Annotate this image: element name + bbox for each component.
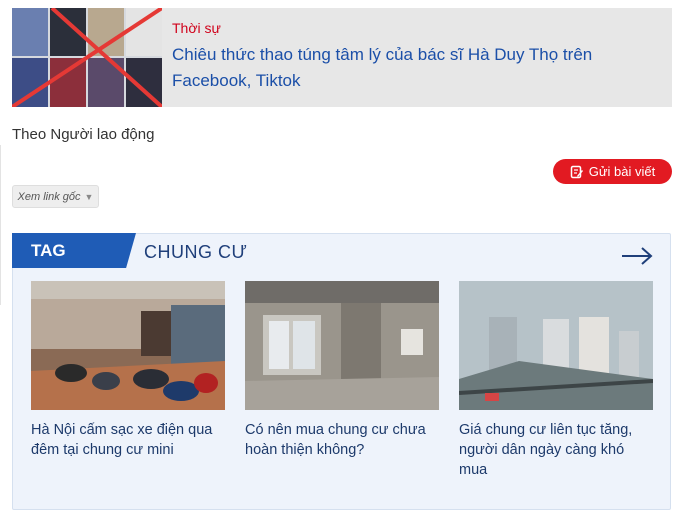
tag-article-card[interactable]: Giá chung cư liên tục tăng, người dân ng… — [459, 281, 653, 480]
view-source-link-label: Xem link gốc — [17, 190, 81, 203]
article-source: Theo Người lao động — [12, 126, 155, 143]
tag-article-thumbnail — [31, 281, 225, 410]
tag-article-card[interactable]: Có nên mua chung cư chưa hoàn thiện khôn… — [245, 281, 439, 460]
pencil-square-icon — [570, 165, 583, 178]
view-source-link-button[interactable]: Xem link gốc ▼ — [12, 185, 99, 208]
tag-article-card[interactable]: Hà Nội cấm sạc xe điện qua đêm tại chung… — [31, 281, 225, 460]
tag-article-title[interactable]: Có nên mua chung cư chưa hoàn thiện khôn… — [245, 420, 439, 460]
related-article-title[interactable]: Chiêu thức thao túng tâm lý của bác sĩ H… — [172, 42, 672, 94]
chevron-down-icon: ▼ — [84, 191, 94, 202]
arrow-right-icon[interactable] — [621, 246, 653, 266]
tag-article-title[interactable]: Hà Nội cấm sạc xe điện qua đêm tại chung… — [31, 420, 225, 460]
tag-article-thumbnail — [245, 281, 439, 410]
tag-article-title[interactable]: Giá chung cư liên tục tăng, người dân ng… — [459, 420, 653, 480]
tag-section: TAG CHUNG CƯ Hà Nội cấm sạc xe điện qua … — [12, 233, 671, 510]
related-article-card[interactable]: Thời sự Chiêu thức thao túng tâm lý của … — [12, 8, 672, 107]
related-article-category[interactable]: Thời sự — [172, 20, 672, 36]
red-cross-overlay — [12, 8, 162, 107]
submit-article-button[interactable]: Gửi bài viết — [553, 159, 672, 184]
page-edge-divider — [0, 145, 1, 305]
tag-name[interactable]: CHUNG CƯ — [144, 242, 247, 263]
submit-article-label: Gửi bài viết — [588, 164, 656, 179]
related-article-thumbnail — [12, 8, 162, 107]
tag-badge: TAG — [12, 233, 136, 268]
tag-article-thumbnail — [459, 281, 653, 410]
